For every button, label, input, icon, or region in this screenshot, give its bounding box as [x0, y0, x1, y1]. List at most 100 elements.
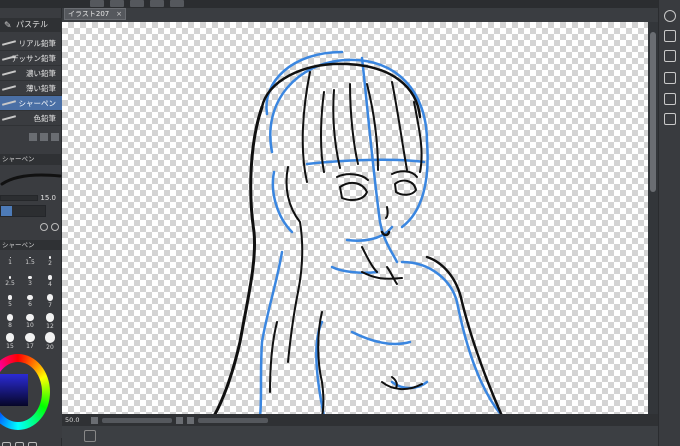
brush-size-dot-icon	[44, 332, 56, 343]
saturation-value-square[interactable]	[0, 374, 28, 406]
brush-size-preset-label: 1.5	[25, 259, 35, 267]
sub-tool-header[interactable]: ✎ パステル	[0, 18, 62, 32]
layer-property-icon[interactable]	[664, 30, 676, 42]
close-icon[interactable]: ×	[116, 9, 122, 19]
right-panel-strip	[658, 0, 680, 446]
navigator-icon[interactable]	[664, 10, 676, 22]
open-icon[interactable]	[110, 0, 124, 7]
sketch-layer	[258, 50, 504, 416]
brush-size-preset[interactable]: 1	[0, 252, 20, 271]
brush-size-preset-label: 2.5	[5, 279, 15, 287]
search-icon[interactable]	[51, 223, 59, 231]
brush-size-preset-label: 4	[48, 280, 52, 288]
brush-size-preset[interactable]: 1.5	[20, 252, 40, 271]
subtool-label: 色鉛筆	[33, 114, 57, 123]
brush-size-preset-label: 6	[28, 301, 32, 309]
main-color-icon[interactable]	[2, 441, 11, 446]
brush-size-dot-icon	[29, 256, 31, 259]
rotate-icon[interactable]	[187, 416, 194, 424]
brush-size-dot-icon	[25, 332, 35, 343]
subtool-label: デッサン鉛筆	[11, 54, 56, 63]
brush-size-preset-label: 17	[26, 343, 34, 351]
brush-size-dot-icon	[5, 333, 15, 342]
sub-view-icon[interactable]	[664, 93, 676, 105]
brush-size-preset[interactable]: 3	[20, 272, 40, 291]
opacity-slider[interactable]	[0, 205, 46, 217]
brush-size-panel-title: シャーペン	[0, 240, 62, 250]
brush-size-preset-label: 8	[8, 321, 12, 329]
brush-size-dot-icon	[7, 295, 13, 300]
sub-tool-list: リアル鉛筆 デッサン鉛筆 濃い鉛筆 薄い鉛筆 シャーペン 色鉛筆	[0, 36, 62, 126]
brush-size-dot-icon	[9, 257, 11, 258]
stroke-preview-icon	[1, 100, 17, 106]
zoom-in-icon[interactable]	[176, 416, 183, 424]
brush-size-preset[interactable]: 20	[40, 332, 60, 351]
vertical-scroll-thumb[interactable]	[650, 32, 656, 192]
new-icon[interactable]	[90, 0, 104, 7]
subtool-label: 濃い鉛筆	[26, 69, 56, 78]
zoom-level[interactable]: 50.0	[65, 416, 87, 424]
subtool-item[interactable]: デッサン鉛筆	[0, 51, 62, 66]
subtool-label: リアル鉛筆	[18, 39, 56, 48]
brush-size-dot-icon	[27, 294, 33, 301]
panel-menu-icon[interactable]	[84, 430, 96, 442]
brush-size-preset-label: 15	[6, 342, 14, 350]
save-icon[interactable]	[130, 0, 144, 7]
brush-size-preset-label: 1	[8, 259, 12, 266]
artwork	[212, 50, 504, 416]
brush-size-preset[interactable]: 17	[20, 332, 40, 351]
brush-size-dot-icon	[45, 313, 55, 322]
layer-icon[interactable]	[664, 50, 676, 62]
document-tab[interactable]: イラスト207 ×	[64, 8, 126, 20]
undo-icon[interactable]	[150, 0, 164, 7]
subtool-item[interactable]: 薄い鉛筆	[0, 81, 62, 96]
vertical-scrollbar[interactable]	[648, 22, 658, 416]
delete-subtool-icon[interactable]	[51, 133, 59, 141]
material-icon[interactable]	[664, 72, 676, 84]
subtool-toolbar	[0, 130, 62, 146]
brush-size-preset[interactable]: 2	[40, 252, 60, 271]
brush-size-dot-icon	[8, 276, 12, 279]
stroke-preview-icon	[1, 115, 17, 121]
brush-size-preset[interactable]: 12	[40, 312, 60, 331]
brush-size-preset[interactable]: 8	[0, 312, 20, 331]
brush-size-preset[interactable]: 4	[40, 272, 60, 291]
brush-size-row[interactable]: 15.0	[0, 193, 62, 203]
brush-size-preset[interactable]: 15	[0, 332, 20, 351]
transparent-color-icon[interactable]	[28, 441, 37, 446]
opacity-slider-fill	[1, 206, 13, 216]
subtool-item-selected[interactable]: シャーペン	[0, 96, 62, 111]
drawing-canvas[interactable]	[62, 22, 658, 416]
sub-color-icon[interactable]	[15, 441, 24, 446]
subtool-item[interactable]: リアル鉛筆	[0, 36, 62, 51]
brush-size-dot-icon	[47, 275, 53, 280]
add-icon[interactable]	[40, 223, 48, 231]
history-icon[interactable]	[664, 113, 676, 125]
tool-property-name: シャーペン	[2, 155, 35, 163]
brush-size-preset[interactable]: 10	[20, 312, 40, 331]
zoom-out-icon[interactable]	[91, 416, 98, 424]
pencil-icon: ✎	[4, 21, 12, 31]
brush-stroke-preview	[0, 173, 62, 186]
color-wheel-panel	[0, 352, 62, 438]
zoom-slider[interactable]	[102, 417, 172, 423]
brush-size-preset-label: 2	[48, 259, 52, 267]
brush-size-preset[interactable]: 6	[20, 292, 40, 311]
brush-size-preset-label: 5	[8, 300, 12, 308]
subtool-item[interactable]: 色鉛筆	[0, 111, 62, 126]
redo-icon[interactable]	[170, 0, 184, 7]
status-bar: 50.0	[62, 414, 658, 426]
brush-size-value: 15.0	[40, 194, 56, 202]
brush-size-preset[interactable]: 2.5	[0, 272, 20, 291]
tool-property-title: シャーペン	[0, 154, 62, 165]
brush-size-dot-icon	[6, 314, 14, 321]
subtool-settings-icon[interactable]	[29, 133, 37, 141]
subtool-item[interactable]: 濃い鉛筆	[0, 66, 62, 81]
brush-size-preset[interactable]: 5	[0, 292, 20, 311]
rotation-slider[interactable]	[198, 417, 268, 423]
brush-size-preset[interactable]: 7	[40, 292, 60, 311]
brush-size-slider[interactable]	[0, 195, 38, 201]
stroke-preview-icon	[1, 40, 17, 46]
copy-subtool-icon[interactable]	[40, 133, 48, 141]
menu-toolbar	[0, 0, 680, 8]
